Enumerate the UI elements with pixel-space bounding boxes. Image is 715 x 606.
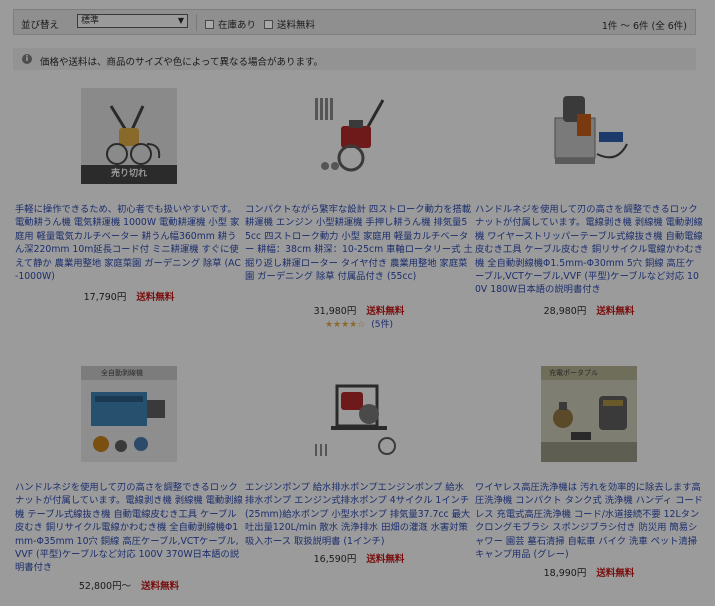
wire-stripper-image-icon — [541, 88, 637, 184]
sort-select[interactable]: 標準 ▼ — [77, 14, 188, 28]
engine-tiller-image-icon — [311, 88, 407, 184]
free-shipping-badge: 送料無料 — [366, 554, 405, 565]
product-price: 31,980円 — [313, 306, 357, 317]
star-rating-icon: ★★★★☆ — [324, 320, 366, 330]
checkbox-icon[interactable] — [205, 19, 214, 29]
product-price: 16,590円 — [313, 554, 357, 565]
thumb-caption: 充電ポータブル — [549, 369, 598, 377]
product-image-wire-stripper-auto[interactable]: 全自動剥線機 — [81, 366, 177, 462]
free-shipping-badge: 送料無料 — [141, 581, 180, 592]
auto-wire-stripper-image-icon — [81, 366, 177, 462]
product-price: 28,980円 — [543, 306, 587, 317]
product-title-link[interactable]: 手軽に操作できるため、初心者でも扱いやすいです。電動耕うん機 電気耕運機 100… — [15, 203, 243, 285]
price-line: 16,590円 送料無料 — [245, 551, 473, 565]
product-image-tiller[interactable]: 売り切れ — [81, 88, 177, 184]
product-price: 17,790円 — [83, 292, 127, 303]
product-title-link[interactable]: ハンドルネジを使用して刃の高さを調整できるロックナットが付属しています。電線剥き… — [475, 203, 703, 299]
info-icon: i — [22, 54, 32, 64]
free-shipping-checkbox[interactable]: 送料無料 — [264, 17, 315, 31]
product-title-link[interactable]: コンパクトながら繁牢な設計 四ストローク動力を搭載耕運機 エンジン 小型耕運機 … — [245, 203, 473, 299]
free-shipping-label: 送料無料 — [277, 20, 316, 31]
product-price: 18,990円 — [543, 568, 587, 579]
checkbox-icon[interactable] — [264, 19, 273, 29]
product-image-pressure-washer[interactable]: 充電ポータブル — [541, 366, 637, 462]
free-shipping-badge: 送料無料 — [366, 306, 405, 317]
sort-toolbar: 並び替え 標準 ▼ 在庫あり 送料無料 1件 ～ 6件 (全 6件) — [13, 9, 696, 35]
price-line: 17,790円 送料無料 — [15, 289, 243, 303]
result-count: 1件 ～ 6件 (全 6件) — [601, 21, 687, 32]
free-shipping-badge: 送料無料 — [596, 306, 635, 317]
sort-label: 並び替え — [21, 20, 60, 31]
price-line: 52,800円～ 送料無料 — [15, 578, 243, 592]
price-line: 28,980円 送料無料 — [475, 303, 703, 317]
sold-out-badge: 売り切れ — [81, 165, 177, 184]
free-shipping-badge: 送料無料 — [136, 292, 175, 303]
product-image-engine-pump[interactable] — [311, 366, 407, 462]
product-title-link[interactable]: ハンドルネジを使用して刃の高さを調整できるロックナットが付属しています。電線剥き… — [15, 481, 243, 577]
notice-text: 価格や送料は、商品のサイズや色によって異なる場合があります。 — [40, 57, 324, 68]
product-image-engine-tiller[interactable] — [311, 88, 407, 184]
engine-pump-image-icon — [311, 366, 407, 462]
rating: ★★★★☆ (5件) — [245, 317, 473, 330]
in-stock-label: 在庫あり — [218, 20, 257, 31]
chevron-down-icon: ▼ — [177, 16, 184, 25]
pressure-washer-image-icon — [541, 366, 637, 462]
thumb-caption: 全自動剥線機 — [101, 369, 143, 377]
product-image-wire-stripper[interactable] — [541, 88, 637, 184]
review-count-link[interactable]: (5件) — [371, 320, 393, 330]
in-stock-checkbox[interactable]: 在庫あり — [205, 17, 256, 31]
product-price: 52,800円～ — [78, 581, 132, 592]
product-title-link[interactable]: ワイヤレス高圧洗浄機は 汚れを効率的に除去します高圧洗浄機 コンパクト タンク式… — [475, 481, 703, 565]
price-line: 18,990円 送料無料 — [475, 565, 703, 579]
price-notice: i 価格や送料は、商品のサイズや色によって異なる場合があります。 — [13, 48, 696, 70]
sort-select-value: 標準 — [81, 16, 100, 26]
free-shipping-badge: 送料無料 — [596, 568, 635, 579]
toolbar-divider — [196, 14, 197, 31]
price-line: 31,980円 送料無料 — [245, 303, 473, 317]
product-title-link[interactable]: エンジンポンプ 給水排水ポンプエンジンポンプ 給水排水ポンプ エンジン式排水ポン… — [245, 481, 473, 551]
